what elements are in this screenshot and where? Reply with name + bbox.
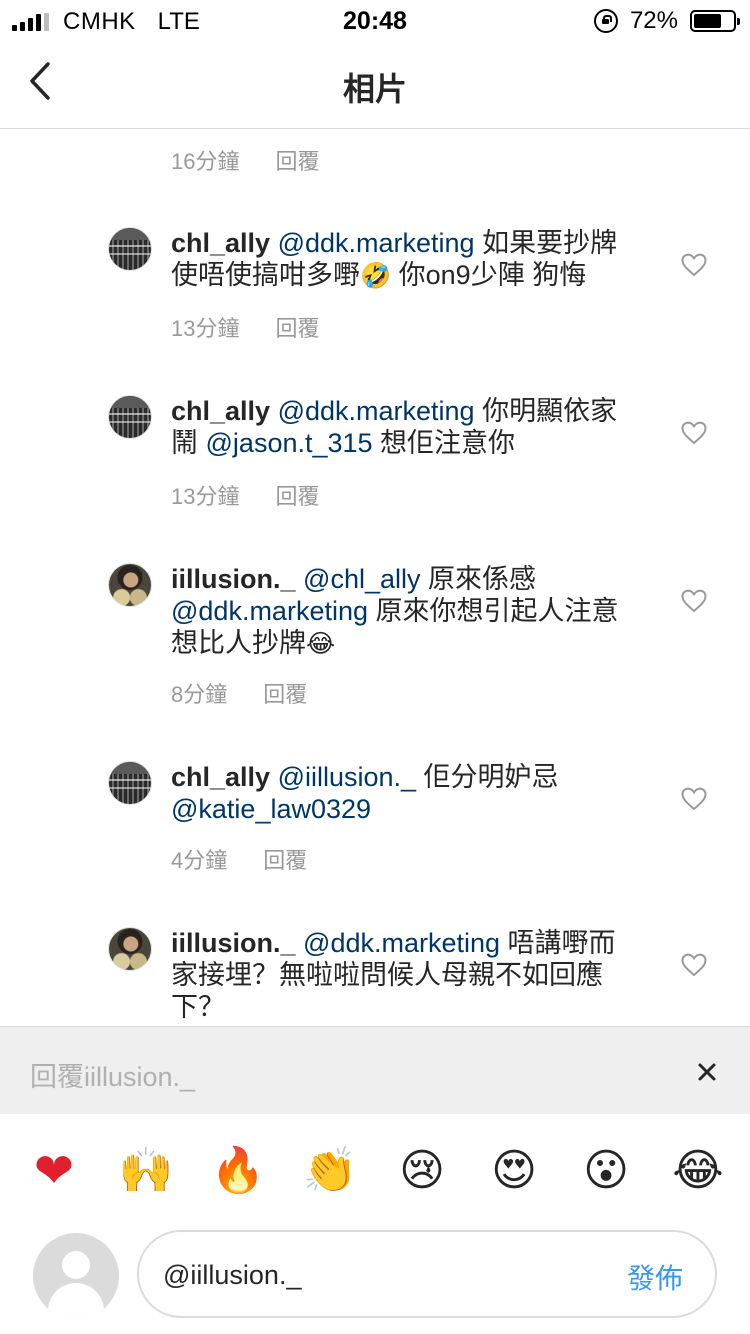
heart-outline-icon xyxy=(681,253,707,277)
heart-outline-icon xyxy=(681,787,707,811)
emoji-inline: 🤣 xyxy=(360,262,392,290)
reply-link[interactable]: 回覆 xyxy=(275,479,319,511)
fire-emoji-button[interactable]: 🔥 xyxy=(210,1143,266,1199)
crying-face-emoji-button[interactable]: 😢 xyxy=(394,1143,450,1199)
comment-text: chl_ally @iillusion._ 佢分明妒忌 @katie_law03… xyxy=(171,761,601,825)
close-icon xyxy=(698,1063,716,1081)
like-heart-button[interactable] xyxy=(681,787,707,811)
reply-link[interactable]: 回覆 xyxy=(263,677,307,709)
tears-of-joy-emoji-button[interactable]: 😂 xyxy=(670,1143,726,1199)
comment-text: iillusion._ @ddk.marketing 唔講嘢而家接埋？無啦啦問候… xyxy=(171,927,641,1023)
comment-meta: 16分鐘 回覆 xyxy=(171,144,320,176)
comment-username[interactable]: chl_ally xyxy=(171,228,270,258)
heart-emoji-button[interactable]: ❤ xyxy=(26,1143,82,1199)
comment-list[interactable]: 16分鐘 回覆 chl_ally @ddk.marketing 如果要抄牌使唔使… xyxy=(0,130,750,1026)
avatar-body-shape xyxy=(48,1283,104,1319)
page-title: 相片 xyxy=(342,71,407,107)
like-heart-button[interactable] xyxy=(681,253,707,277)
comment-text: chl_ally @ddk.marketing 你明顯依家鬧 @jason.t_… xyxy=(171,395,641,459)
navigation-bar: 相片 xyxy=(0,40,750,129)
battery-percent: 72% xyxy=(629,7,678,34)
comment-meta: 13分鐘 回覆 xyxy=(171,479,320,511)
comment-time: 16分鐘 xyxy=(171,149,240,174)
avatar-head-shape xyxy=(62,1251,90,1279)
avatar[interactable] xyxy=(108,227,152,271)
mention-link[interactable]: @ddk.marketing xyxy=(303,928,500,958)
mention-link[interactable]: @ddk.marketing xyxy=(278,396,475,426)
comment-body: 想佢注意你 xyxy=(372,428,516,458)
chevron-left-icon xyxy=(30,62,50,100)
mention-link[interactable]: @katie_law0329 xyxy=(171,794,371,824)
comment-time: 8分鐘 xyxy=(171,682,228,707)
avatar[interactable] xyxy=(108,563,152,607)
raising-hands-emoji-button[interactable]: 🙌 xyxy=(118,1143,174,1199)
comment-meta: 8分鐘 回覆 xyxy=(171,677,307,709)
heart-eyes-emoji-button[interactable]: 😍 xyxy=(486,1143,542,1199)
status-bar: CMHK LTE 20:48 72% xyxy=(0,0,750,40)
comment-composer: 發佈 xyxy=(137,1230,717,1318)
comment-username[interactable]: iillusion._ xyxy=(171,564,296,594)
replying-to-text: 回覆iillusion._ xyxy=(30,1062,196,1092)
replying-to-banner: 回覆iillusion._ xyxy=(0,1026,750,1114)
comment-time: 13分鐘 xyxy=(171,484,240,509)
heart-outline-icon xyxy=(681,953,707,977)
comment-meta: 13分鐘 回覆 xyxy=(171,311,320,343)
mention-link[interactable]: @ddk.marketing xyxy=(278,228,475,258)
mention-link[interactable]: @jason.t_315 xyxy=(206,428,373,458)
back-button[interactable] xyxy=(22,56,62,106)
user-avatar-placeholder-icon xyxy=(33,1233,119,1319)
comment-text: iillusion._ @chl_ally 原來係感 @ddk.marketin… xyxy=(171,563,626,660)
reply-link[interactable]: 回覆 xyxy=(275,144,319,176)
comment-time: 13分鐘 xyxy=(171,316,240,341)
emoji-inline: 😂 xyxy=(306,630,336,658)
avatar[interactable] xyxy=(108,395,152,439)
close-reply-button[interactable] xyxy=(692,1057,722,1087)
surprised-face-emoji-button[interactable]: 😮 xyxy=(578,1143,634,1199)
emoji-quick-bar: ❤ 🙌 🔥 👏 😢 😍 😮 😂 xyxy=(0,1115,750,1225)
avatar[interactable] xyxy=(108,927,152,971)
reply-link[interactable]: 回覆 xyxy=(275,311,319,343)
mention-link[interactable]: @ddk.marketing xyxy=(171,596,368,626)
comment-body: 佢分明妒忌 xyxy=(416,762,559,792)
battery-icon xyxy=(690,10,740,32)
status-right: 72% xyxy=(593,7,740,35)
clapping-hands-emoji-button[interactable]: 👏 xyxy=(302,1143,358,1199)
mention-link[interactable]: @iillusion._ xyxy=(278,762,416,792)
heart-outline-icon xyxy=(681,421,707,445)
like-heart-button[interactable] xyxy=(681,589,707,613)
post-button[interactable]: 發佈 xyxy=(627,1257,683,1297)
like-heart-button[interactable] xyxy=(681,421,707,445)
comment-username[interactable]: chl_ally xyxy=(171,762,270,792)
heart-outline-icon xyxy=(681,589,707,613)
orientation-lock-icon xyxy=(593,9,618,33)
comment-input[interactable] xyxy=(163,1252,593,1298)
comment-meta: 4分鐘 回覆 xyxy=(171,843,307,875)
comment-body: 你on9少陣 狗悔 xyxy=(391,260,587,290)
reply-link[interactable]: 回覆 xyxy=(263,843,307,875)
comment-time: 4分鐘 xyxy=(171,848,228,873)
photo-comments-screen: CMHK LTE 20:48 72% 相片 16分鐘 回覆 chl_ally @… xyxy=(0,0,750,1334)
comment-username[interactable]: iillusion._ xyxy=(171,928,296,958)
like-heart-button[interactable] xyxy=(681,953,707,977)
battery-fill xyxy=(694,14,722,28)
comment-body: 原來係感 xyxy=(420,564,537,594)
mention-link[interactable]: @chl_ally xyxy=(303,564,420,594)
comment-username[interactable]: chl_ally xyxy=(171,396,270,426)
avatar[interactable] xyxy=(108,761,152,805)
comment-text: chl_ally @ddk.marketing 如果要抄牌使唔使搞咁多嘢🤣 你o… xyxy=(171,227,641,292)
